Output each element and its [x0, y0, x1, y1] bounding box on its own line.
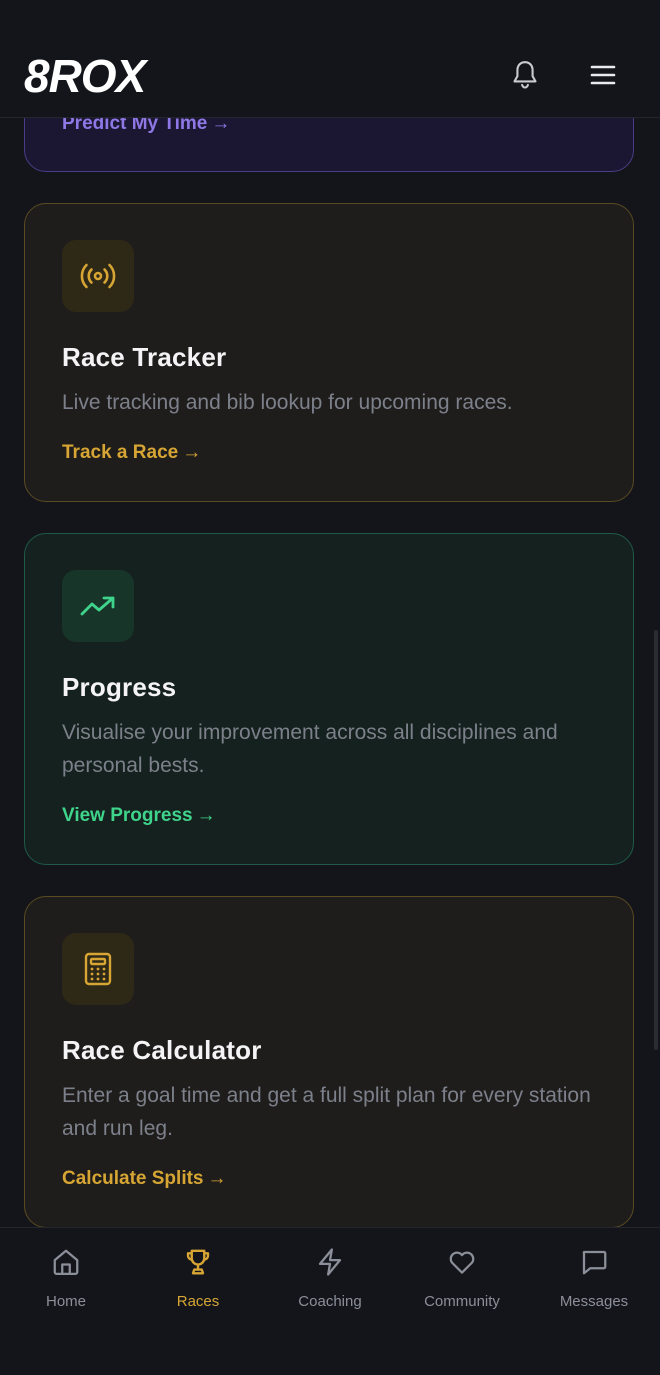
top-app-bar: 8ROX: [0, 0, 660, 118]
hamburger-menu-icon: [590, 65, 616, 85]
track-race-label: Track a Race: [62, 442, 179, 463]
app-logo[interactable]: 8ROX: [24, 52, 210, 98]
broadcast-signal-icon: [80, 263, 116, 289]
scrollbar[interactable]: [654, 630, 658, 1050]
nav-item-messages[interactable]: Messages: [534, 1244, 654, 1310]
arrow-right-icon: →: [196, 805, 216, 826]
card-title: Race Tracker: [62, 342, 227, 372]
bottom-navigation: Home Races Coaching Community Messages: [0, 1227, 660, 1375]
calculate-splits-label: Calculate Splits: [62, 1168, 204, 1189]
track-race-link[interactable]: Track a Race →: [62, 442, 201, 464]
nav-item-community[interactable]: Community: [402, 1244, 522, 1310]
nav-label: Home: [45, 1293, 86, 1310]
race-tracker-card[interactable]: Race Tracker Live tracking and bib looku…: [24, 203, 634, 502]
view-progress-label: View Progress: [62, 805, 193, 826]
trophy-icon: [186, 1249, 210, 1275]
menu-button[interactable]: [586, 58, 620, 92]
calculate-splits-link[interactable]: Calculate Splits →: [62, 1168, 227, 1190]
nav-item-home[interactable]: Home: [6, 1244, 126, 1310]
race-tracker-icon-box: [62, 240, 134, 312]
svg-text:8ROX: 8ROX: [24, 52, 149, 98]
calculator-icon: [84, 952, 112, 986]
nav-label: Messages: [559, 1293, 629, 1310]
view-progress-link[interactable]: View Progress →: [62, 805, 216, 827]
arrow-right-icon: →: [182, 442, 202, 463]
home-icon: [53, 1249, 79, 1275]
nav-label: Coaching: [298, 1293, 362, 1310]
message-icon: [582, 1250, 607, 1275]
card-description: Live tracking and bib lookup for upcomin…: [62, 391, 513, 414]
nav-item-coaching[interactable]: Coaching: [270, 1244, 390, 1310]
progress-card[interactable]: Progress Visualise your improvement acro…: [24, 533, 634, 865]
heart-icon: [449, 1251, 475, 1274]
nav-label: Races: [176, 1293, 220, 1310]
race-calculator-card[interactable]: Race Calculator Enter a goal time and ge…: [24, 896, 634, 1228]
card-title: Progress: [62, 672, 177, 702]
card-description: Visualise your improvement across all di…: [62, 721, 558, 777]
arrow-right-icon: →: [207, 1168, 227, 1189]
nav-label: Community: [424, 1293, 500, 1310]
card-description: Enter a goal time and get a full split p…: [62, 1084, 591, 1140]
progress-icon-box: [62, 570, 134, 642]
lightning-icon: [318, 1248, 342, 1276]
bell-icon: [513, 61, 537, 89]
nav-item-races[interactable]: Races: [138, 1244, 258, 1310]
card-title: Race Calculator: [62, 1035, 262, 1065]
trending-up-icon: [80, 596, 115, 616]
notifications-button[interactable]: [508, 58, 542, 92]
race-calculator-icon-box: [62, 933, 134, 1005]
